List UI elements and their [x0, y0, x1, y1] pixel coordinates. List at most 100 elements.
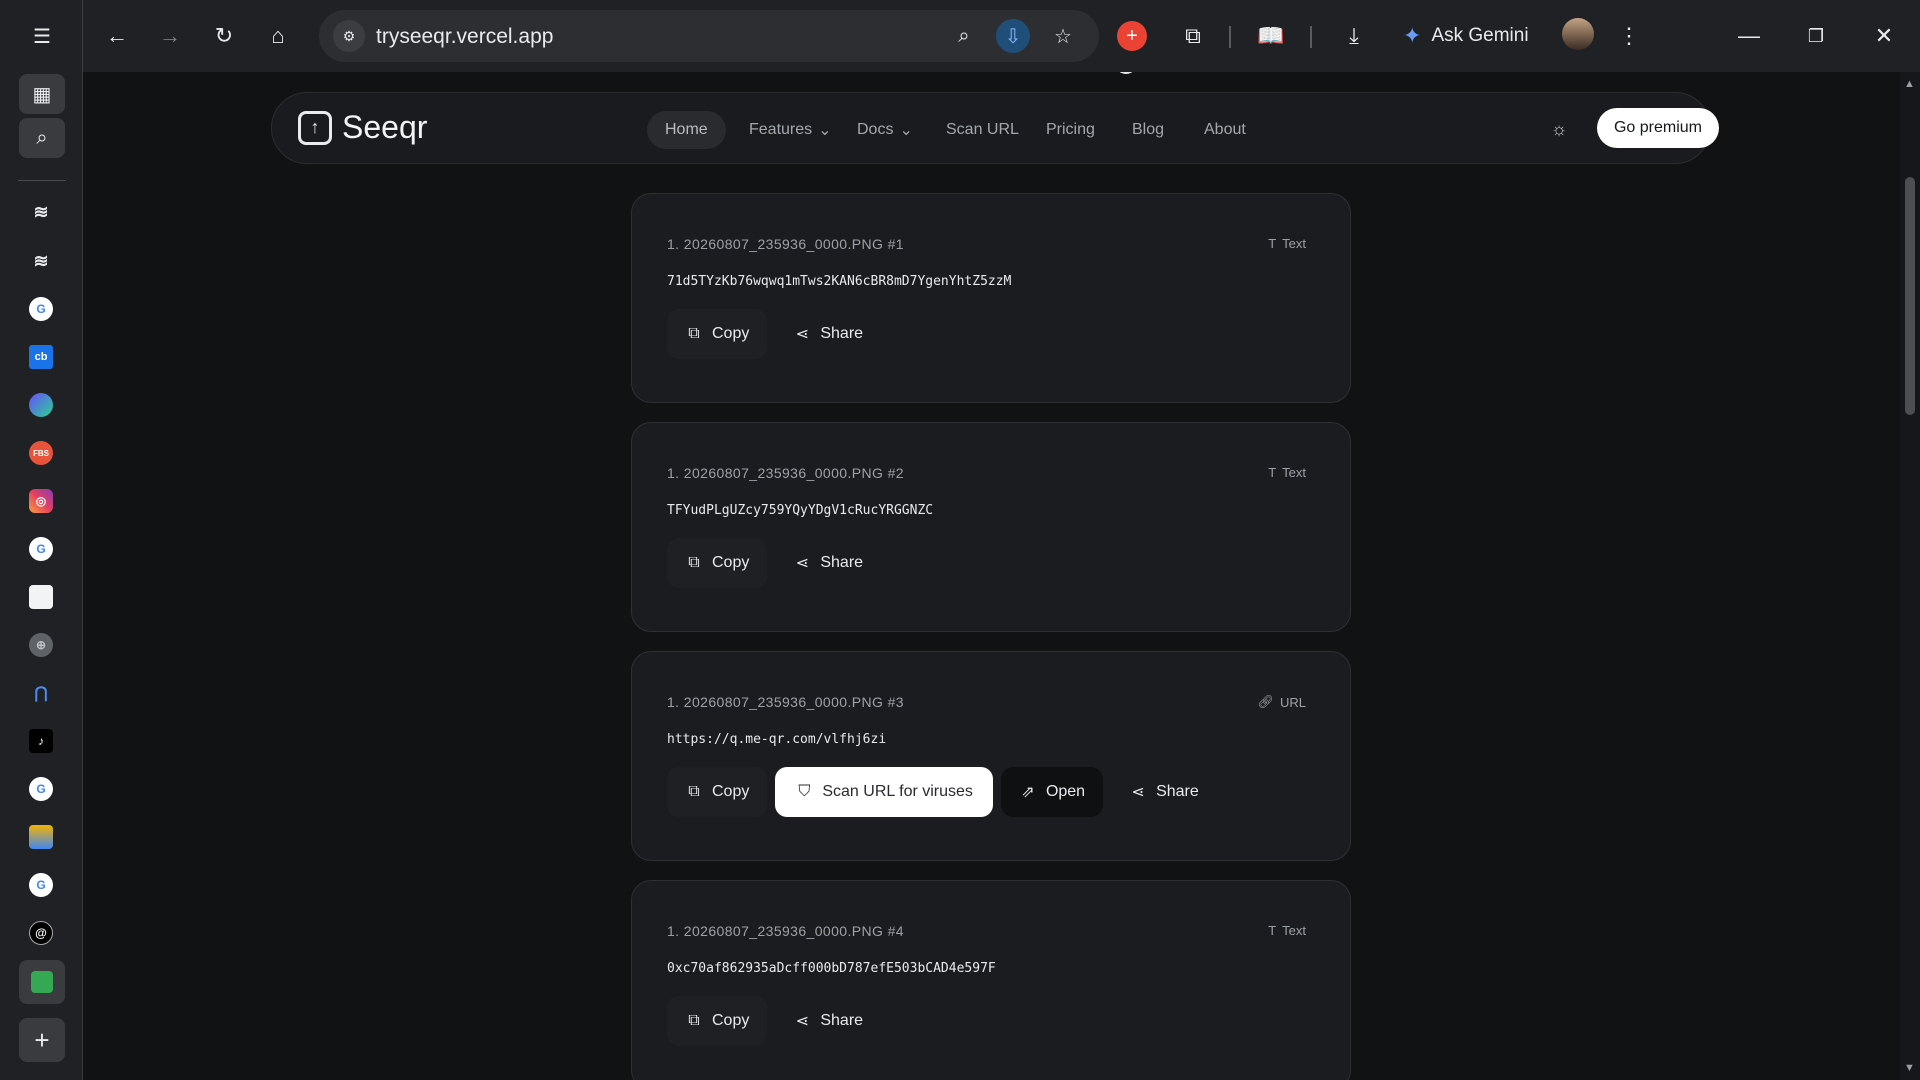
google-icon[interactable]: G	[29, 297, 53, 321]
site-navbar: ↑ Seeqr Home Features ⌄ Docs ⌄ Scan URL Pr…	[271, 92, 1719, 164]
flow-icon[interactable]	[29, 393, 53, 417]
result-type: T Text	[1268, 465, 1306, 480]
google-icon[interactable]: G	[29, 777, 53, 801]
result-content: https://q.me-qr.com/vlfhj6zi	[667, 732, 887, 747]
seeqr-logo-icon: ↑	[298, 110, 332, 145]
copy-label: Copy	[712, 325, 750, 342]
threads-icon[interactable]: @	[29, 921, 53, 945]
site-info-icon[interactable]: ⚙	[333, 20, 365, 52]
back-icon[interactable]: ←	[97, 16, 137, 56]
google-icon[interactable]: G	[29, 537, 53, 561]
ask-gemini-button[interactable]: ✦ Ask Gemini	[1403, 14, 1529, 58]
text-type-icon: T	[1268, 236, 1277, 251]
result-card: 1. 20260807_235936_0000.PNG #3 🔗︎ URL htt…	[631, 651, 1351, 861]
result-content: 71d5TYzKb76wqwq1mTws2KAN6cBR8mD7YgenYhtZ…	[667, 274, 1012, 289]
nav-home[interactable]: Home	[647, 111, 726, 149]
download-icon[interactable]: ⤓	[1334, 16, 1374, 56]
share-icon: ⋖	[795, 1013, 810, 1030]
scan-url-label: Scan URL for viruses	[822, 783, 973, 800]
tab-grid-icon[interactable]: ▦	[19, 74, 65, 114]
nav-scan-url[interactable]: Scan URL	[928, 111, 1037, 149]
bookmark-star-icon[interactable]: ☆	[1046, 19, 1080, 53]
go-premium-label: Go premium	[1613, 119, 1703, 136]
page-scrollbar[interactable]: ▲ ▼	[1900, 72, 1920, 1080]
share-label: Share	[820, 554, 864, 571]
seeqr-tab-icon[interactable]	[19, 960, 65, 1004]
reading-mode-icon[interactable]: 📖	[1251, 16, 1291, 56]
result-type: 🔗︎ URL	[1257, 694, 1306, 710]
url-text[interactable]: tryseeqr.vercel.app	[376, 25, 553, 49]
google-icon[interactable]: G	[29, 873, 53, 897]
toolbar-separator	[1229, 26, 1231, 48]
close-icon[interactable]: ✕	[1864, 16, 1904, 56]
chevron-down-icon: ⌄	[818, 122, 832, 139]
zoom-icon[interactable]: ⌕	[947, 19, 981, 53]
open-button[interactable]: ⇗ Open	[1000, 767, 1104, 817]
nav-about[interactable]: About	[1186, 111, 1264, 149]
instagram-icon[interactable]: ◎	[29, 489, 53, 513]
copy-button[interactable]: ⧉ Copy	[667, 996, 768, 1046]
nav-blog[interactable]: Blog	[1114, 111, 1182, 149]
profile-avatar[interactable]	[1562, 18, 1594, 50]
result-card: 1. 20260807_235936_0000.PNG #4 T Text 0xc…	[631, 880, 1351, 1080]
scan-url-button[interactable]: ⛉ Scan URL for viruses	[775, 767, 993, 817]
result-type-label: Text	[1282, 465, 1306, 480]
theme-toggle-sun-icon[interactable]: ☼	[1547, 117, 1571, 141]
share-button[interactable]: ⋖ Share	[1111, 767, 1217, 817]
menu-kebab-icon[interactable]: ⋮	[1609, 16, 1649, 56]
extensions-icon[interactable]: ⧉	[1173, 16, 1213, 56]
reload-icon[interactable]: ↻	[204, 16, 244, 56]
nav-docs[interactable]: Docs ⌄	[839, 111, 931, 149]
tiktok-icon[interactable]: ♪	[29, 729, 53, 753]
cb-label: cb	[34, 351, 48, 363]
brand-name: Seeqr	[342, 109, 428, 145]
result-actions: ⧉ Copy ⋖ Share	[667, 538, 881, 588]
cards-icon[interactable]	[29, 825, 53, 849]
scroll-down-arrow-icon[interactable]: ▼	[1904, 1062, 1915, 1074]
minimize-icon[interactable]: —	[1729, 16, 1769, 56]
nav-pricing[interactable]: Pricing	[1028, 111, 1113, 149]
result-actions: ⧉ Copy ⛉ Scan URL for viruses ⇗ Open ⋖ Share	[667, 767, 1217, 817]
notes-icon[interactable]	[29, 585, 53, 609]
share-label: Share	[1156, 783, 1199, 800]
result-type-label: Text	[1282, 236, 1306, 251]
share-button[interactable]: ⋖ Share	[775, 538, 881, 588]
home-icon[interactable]: ⌂	[258, 16, 298, 56]
layers-icon[interactable]: ≋	[29, 200, 53, 224]
share-button[interactable]: ⋖ Share	[775, 996, 881, 1046]
gemini-star-icon: ✦	[1403, 23, 1422, 48]
globe-icon[interactable]: ⊕	[29, 633, 53, 657]
scrollbar-thumb[interactable]	[1905, 177, 1915, 415]
arch-icon[interactable]: ⋂	[29, 681, 53, 705]
link-icon: 🔗︎	[1257, 694, 1274, 709]
external-link-icon: ⇗	[1021, 784, 1035, 801]
scroll-up-arrow-icon[interactable]: ▲	[1904, 78, 1915, 90]
copy-button[interactable]: ⧉ Copy	[667, 767, 768, 817]
share-button[interactable]: ⋖ Share	[775, 309, 881, 359]
layers-icon[interactable]: ≋	[29, 249, 53, 273]
fbs-label: FBS	[33, 448, 49, 458]
text-type-icon: T	[1268, 923, 1277, 938]
tab-search-icon[interactable]: ⌕	[19, 118, 65, 158]
browser-toolbar: ← → ↻ ⌂ ⚙ tryseeqr.vercel.app ⌕ ⇩ ☆ + ⧉ …	[83, 0, 1920, 72]
go-premium-button[interactable]: Go premium	[1597, 108, 1719, 148]
extension-plus-icon[interactable]: +	[1117, 21, 1147, 51]
add-tab-icon[interactable]: +	[19, 1018, 65, 1062]
copy-label: Copy	[712, 783, 750, 800]
install-app-icon[interactable]: ⇩	[996, 19, 1030, 53]
address-bar[interactable]: ⚙ tryseeqr.vercel.app ⌕ ⇩ ☆	[319, 10, 1099, 62]
tab-search-menu-icon[interactable]: ☰	[19, 16, 65, 56]
cb-icon[interactable]: cb	[29, 345, 53, 369]
seeqr-logo[interactable]: ↑ Seeqr	[298, 109, 427, 146]
result-type-label: URL	[1279, 694, 1306, 710]
nav-features[interactable]: Features ⌄	[731, 111, 850, 149]
forward-icon[interactable]: →	[150, 16, 190, 56]
fbs-icon[interactable]: FBS	[29, 441, 53, 465]
copy-button[interactable]: ⧉ Copy	[667, 309, 768, 359]
result-card: 1. 20260807_235936_0000.PNG #2 T Text TFY…	[631, 422, 1351, 632]
restore-icon[interactable]: ❐	[1796, 16, 1836, 56]
ask-gemini-label: Ask Gemini	[1431, 25, 1529, 46]
heading-fragment	[1115, 72, 1137, 74]
copy-button[interactable]: ⧉ Copy	[667, 538, 768, 588]
result-type: T Text	[1268, 923, 1306, 938]
